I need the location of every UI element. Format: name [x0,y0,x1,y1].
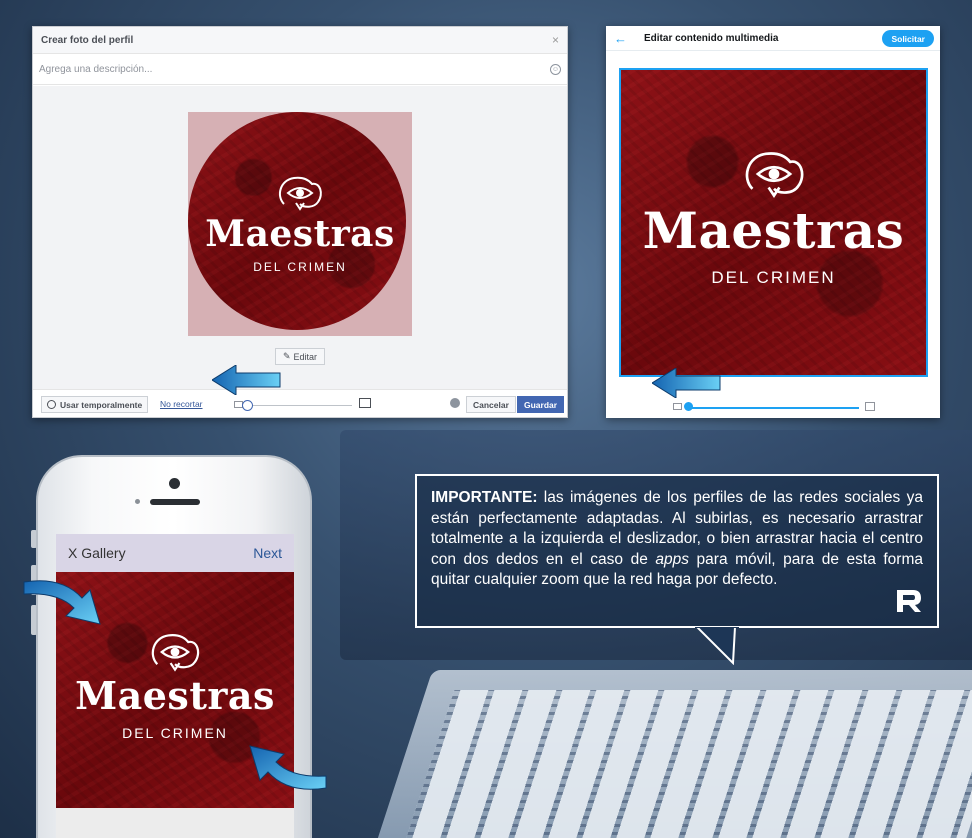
image-large-icon [359,398,371,408]
save-button[interactable]: Guardar [517,396,565,413]
dialog-header: Crear foto del perfil × [33,27,567,54]
eye-brain-icon [745,151,803,198]
temporary-button[interactable]: Usar temporalmente [41,396,149,413]
logo-title: Maestras [75,673,275,718]
dialog-footer: Usar temporalmente No recortar Cancelar … [33,389,567,417]
zoom-slider-track[interactable] [688,407,859,409]
globe-icon[interactable] [450,398,460,408]
logo-subtitle: DEL CRIMEN [711,267,836,287]
phone-camera [169,478,180,489]
eye-brain-icon [151,634,200,672]
description-field[interactable]: Agrega una descripción... ☺ [33,54,567,85]
clock-icon [47,400,56,409]
next-button[interactable]: Next [253,545,282,561]
back-arrow-icon[interactable]: ← [614,31,634,46]
logo: Maestras DEL CRIMEN [188,112,412,336]
callout-bold: IMPORTANTE: [431,489,538,506]
phone-speaker [150,499,200,505]
eye-brain-icon [278,176,322,211]
logo: Maestras DEL CRIMEN [621,70,926,375]
magic-wand-icon: ✎ [282,351,291,361]
logo-subtitle: DEL CRIMEN [253,260,347,274]
gallery-title[interactable]: X Gallery [68,545,126,561]
pinch-arrow-top-left [23,580,101,625]
zoom-slider-knob[interactable] [684,402,693,411]
hint-arrow-facebook [212,365,281,395]
no-crop-link[interactable]: No recortar [160,399,203,409]
apply-button[interactable]: Solicitar [882,30,934,47]
edit-label: Editar [293,351,318,362]
close-icon[interactable]: × [552,33,559,47]
twitter-media-dialog: ← Editar contenido multimedia Solicitar … [606,26,940,418]
dialog-title: Crear foto del perfil [41,34,134,46]
profile-image-preview[interactable]: Maestras DEL CRIMEN [188,112,412,336]
pinch-arrow-bottom-right [249,745,327,790]
twitter-header: ← Editar contenido multimedia Solicitar [606,26,940,51]
callout-text: IMPORTANTE: las imágenes de los perfiles… [431,488,923,591]
logo-subtitle: DEL CRIMEN [122,725,228,741]
edit-button[interactable]: ✎ Editar [275,348,325,365]
logo-title: Maestras [205,213,395,255]
crop-area: Maestras DEL CRIMEN ✎ Editar [33,86,567,389]
info-callout: IMPORTANTE: las imágenes de los perfiles… [415,474,939,628]
logo-title: Maestras [642,200,905,260]
facebook-profile-dialog: Crear foto del perfil × Agrega una descr… [32,26,568,418]
gallery-header: X Gallery Next [56,534,294,572]
zoom-slider-knob[interactable] [242,400,253,411]
twitter-image-preview[interactable]: Maestras DEL CRIMEN [619,68,928,377]
background-keys [405,690,972,838]
brand-r-icon [897,590,921,612]
temporary-label: Usar temporalmente [60,399,143,410]
twitter-title: Editar contenido multimedia [644,32,779,44]
image-small-icon [673,403,682,410]
image-large-icon [865,402,875,411]
cancel-button[interactable]: Cancelar [466,396,516,413]
callout-apps: apps [655,550,689,568]
zoom-slider-track[interactable] [245,405,352,406]
smile-icon[interactable]: ☺ [550,63,561,75]
phone-sensor [135,499,140,504]
description-placeholder[interactable]: Agrega una descripción... [39,64,152,75]
callout-tail [695,627,739,665]
hint-arrow-twitter [652,368,721,398]
